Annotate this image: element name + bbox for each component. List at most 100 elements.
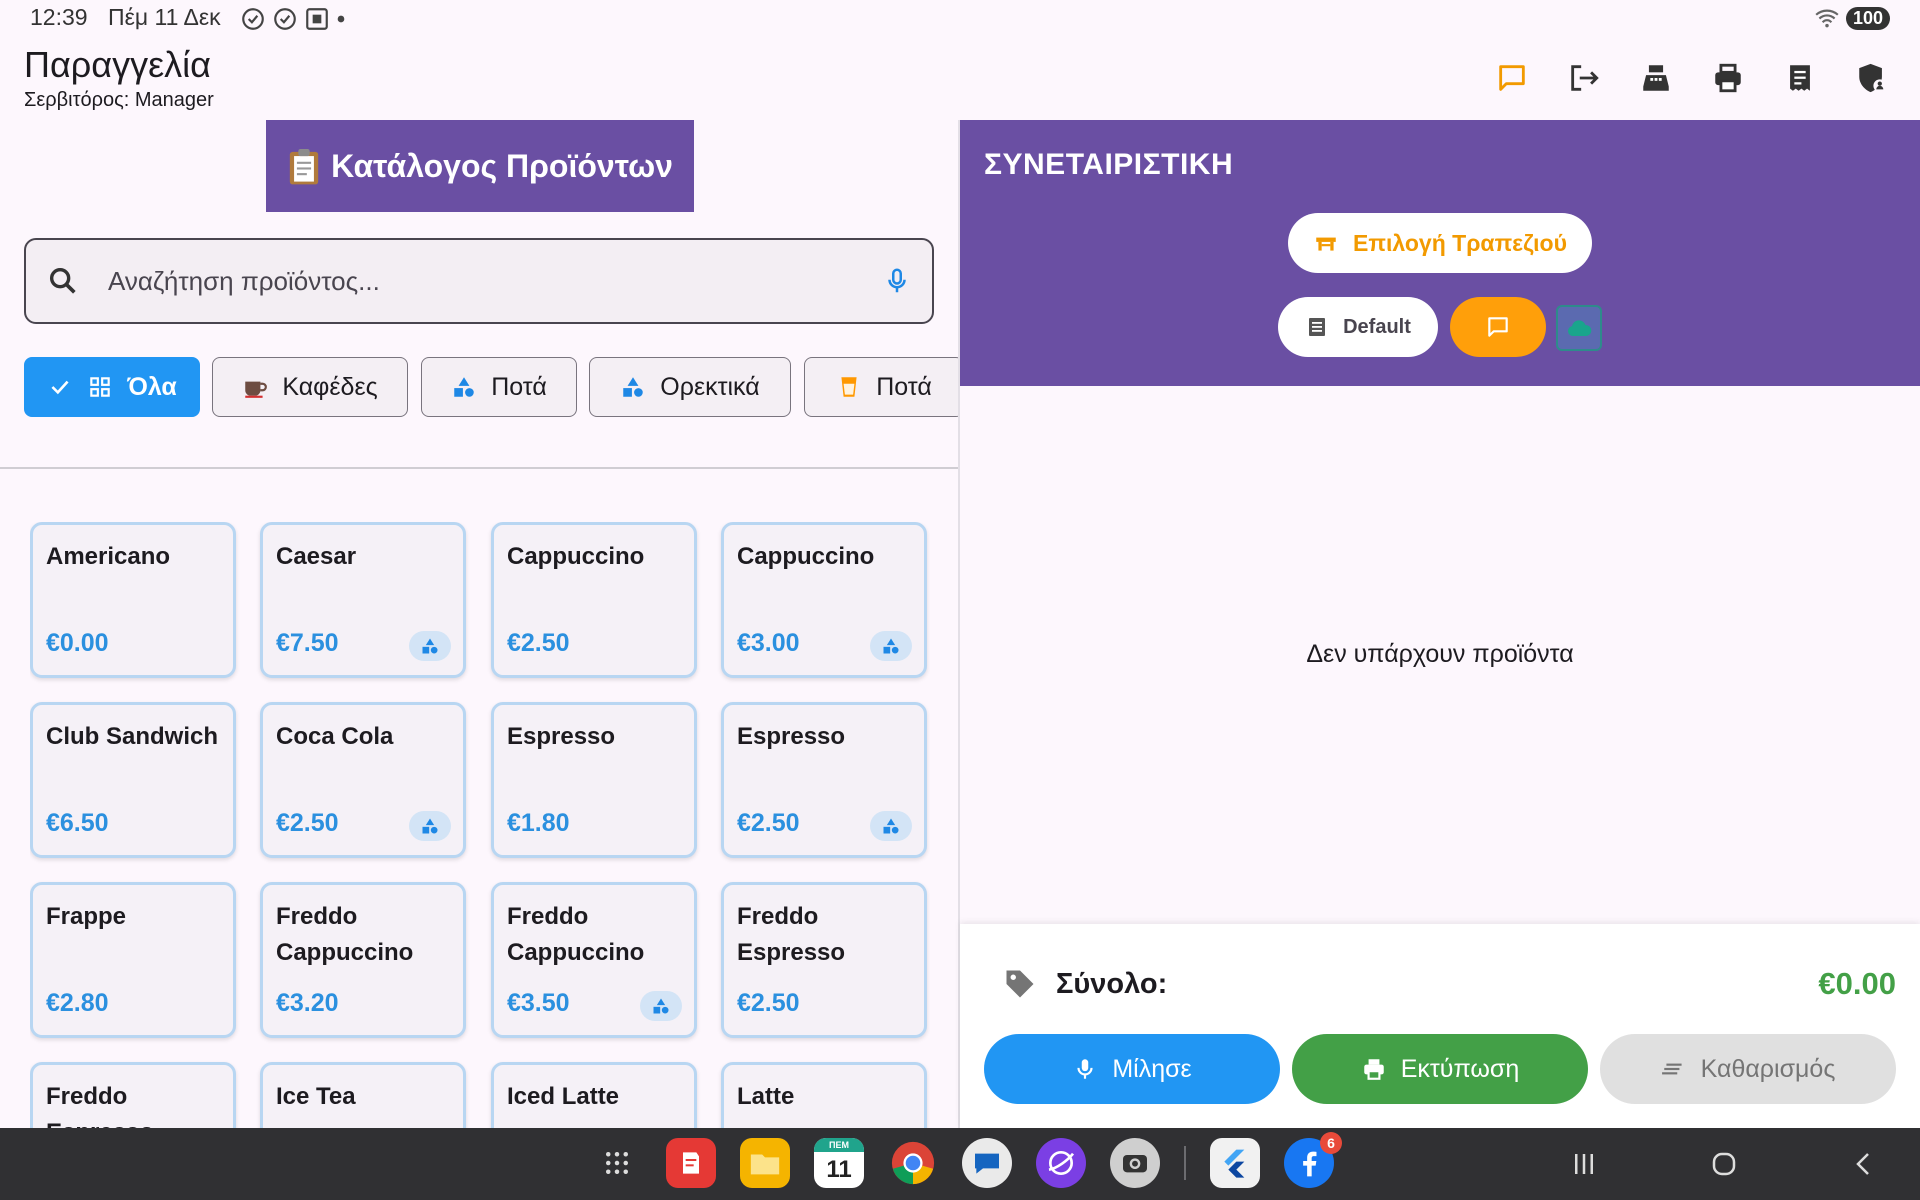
search-input[interactable]: Αναζήτηση προϊόντος...	[108, 266, 882, 297]
system-navigation-bar: ΠΕΜ 11 6	[0, 1128, 1920, 1200]
product-name: Espresso	[737, 723, 846, 750]
order-footer: Σύνολο: €0.00 Μίλησε Εκτύπωση Καθαρισμός	[960, 924, 1920, 1128]
shapes-icon	[883, 638, 899, 654]
product-card[interactable]: Cappuccino €3.00	[721, 522, 927, 678]
product-price: €3.50	[507, 989, 570, 1017]
flutter-app-icon[interactable]	[1210, 1138, 1260, 1188]
page-title: Παραγγελία	[24, 44, 211, 85]
product-price: €2.50	[507, 629, 570, 657]
admin-shield-icon	[1859, 63, 1887, 93]
select-table-button[interactable]: Επιλογή Τραπεζιού	[1288, 213, 1592, 273]
status-notifications	[240, 6, 346, 32]
microphone-icon[interactable]	[882, 265, 912, 297]
chrome-app-icon[interactable]	[888, 1138, 938, 1188]
variant-badge	[870, 811, 912, 841]
chip-label: Καφέδες	[282, 372, 378, 401]
product-name: Frappe	[46, 903, 127, 930]
product-price: €0.00	[46, 629, 109, 657]
product-name: Freddo Cappuccino	[507, 903, 645, 966]
cash-register-icon	[1643, 65, 1669, 91]
clock: 12:39	[30, 4, 88, 30]
clear-button[interactable]: Καθαρισμός	[1600, 1034, 1896, 1104]
clear-label: Καθαρισμός	[1700, 1054, 1836, 1083]
back-icon[interactable]	[1850, 1150, 1878, 1178]
messages-app-icon[interactable]	[962, 1138, 1012, 1188]
chat-icon	[1488, 317, 1508, 337]
product-card[interactable]: Latte	[721, 1062, 927, 1128]
total-value: €0.00	[1818, 966, 1896, 1001]
product-price: €3.00	[737, 629, 800, 657]
product-card[interactable]: Freddo Espresso €2.50	[721, 882, 927, 1038]
product-name: Freddo Cappuccino	[276, 903, 414, 966]
shapes-icon	[883, 818, 899, 834]
list-icon	[1309, 318, 1326, 336]
price-list-button[interactable]: Default	[1278, 297, 1438, 357]
category-chip-drinks-2[interactable]: Ποτά	[804, 357, 958, 417]
top-toolbar	[1476, 56, 1908, 100]
recent-apps-icon[interactable]	[1570, 1150, 1598, 1178]
product-price: €3.20	[276, 989, 339, 1017]
product-card[interactable]: Freddo Cappuccino €3.50	[491, 882, 697, 1038]
product-price: €2.80	[46, 989, 109, 1017]
cash-register-button[interactable]	[1620, 56, 1692, 100]
product-card[interactable]: Espresso €1.80	[491, 702, 697, 858]
message-button[interactable]	[1450, 297, 1546, 357]
price-list-label: Default	[1343, 315, 1411, 338]
browser-app-icon[interactable]	[1036, 1138, 1086, 1188]
admin-button[interactable]	[1836, 56, 1908, 100]
category-chip-appetizers[interactable]: Ορεκτικά	[589, 357, 791, 417]
product-name: Freddo Espresso	[46, 1083, 154, 1128]
facebook-app-icon[interactable]: 6	[1284, 1132, 1342, 1188]
product-card[interactable]: Club Sandwich €6.50	[30, 702, 236, 858]
catalog-title: Κατάλογος Προϊόντων	[331, 147, 673, 184]
product-name: Iced Latte	[507, 1083, 620, 1110]
logout-button[interactable]	[1548, 56, 1620, 100]
product-card[interactable]: Espresso €2.50	[721, 702, 927, 858]
receipt-button[interactable]	[1764, 56, 1836, 100]
product-card[interactable]: Coca Cola €2.50	[260, 702, 466, 858]
screenshot-icon	[306, 8, 328, 30]
sync-button[interactable]	[1556, 305, 1602, 351]
variant-badge	[409, 631, 451, 661]
camera-app-icon[interactable]	[1110, 1138, 1160, 1188]
variant-badge	[640, 991, 682, 1021]
wifi-icon	[1815, 9, 1839, 28]
print-button[interactable]	[1692, 56, 1764, 100]
files-app-icon[interactable]	[740, 1138, 790, 1188]
empty-order-message: Δεν υπάρχουν προϊόντα	[1306, 640, 1574, 668]
variant-badge	[409, 811, 451, 841]
product-card[interactable]: Ice Tea	[260, 1062, 466, 1128]
product-card[interactable]: Caesar €7.50	[260, 522, 466, 678]
product-card[interactable]: Freddo Espresso	[30, 1062, 236, 1128]
calendar-app-icon[interactable]: ΠΕΜ 11	[814, 1138, 864, 1188]
print-order-button[interactable]: Εκτύπωση	[1292, 1034, 1588, 1104]
chat-icon	[1499, 65, 1525, 91]
chip-label: Ποτά	[876, 372, 932, 401]
product-price: €2.50	[737, 809, 800, 837]
product-name: Club Sandwich	[46, 723, 219, 750]
speak-button[interactable]: Μίλησε	[984, 1034, 1280, 1104]
category-chip-drinks[interactable]: Ποτά	[421, 357, 577, 417]
product-card[interactable]: Iced Latte	[491, 1062, 697, 1128]
order-header: ΣΥΝΕΤΑΙΡΙΣΤΙΚΗ Επιλογή Τραπεζιού Default	[960, 120, 1920, 386]
search-icon	[49, 267, 76, 294]
printer-icon	[1364, 1059, 1384, 1080]
product-card[interactable]: Freddo Cappuccino €3.20	[260, 882, 466, 1038]
product-card[interactable]: Frappe €2.80	[30, 882, 236, 1038]
variant-badge	[870, 631, 912, 661]
apps-grid-icon[interactable]	[592, 1138, 642, 1188]
product-card[interactable]: Cappuccino €2.50	[491, 522, 697, 678]
category-chip-all[interactable]: Όλα	[24, 357, 200, 417]
product-price: €2.50	[737, 989, 800, 1017]
home-icon[interactable]	[1710, 1150, 1738, 1178]
product-search[interactable]: Αναζήτηση προϊόντος...	[24, 238, 934, 324]
cloud-icon	[1567, 320, 1592, 336]
product-card[interactable]: Americano €0.00	[30, 522, 236, 678]
date: Πέμ 11 Δεκ	[108, 4, 221, 30]
notes-app-icon[interactable]	[666, 1138, 716, 1188]
cup-icon	[841, 377, 857, 397]
chip-label: Όλα	[127, 372, 177, 401]
chat-button[interactable]	[1476, 56, 1548, 100]
product-price: €2.50	[276, 809, 339, 837]
category-chip-coffees[interactable]: Καφέδες	[212, 357, 408, 417]
